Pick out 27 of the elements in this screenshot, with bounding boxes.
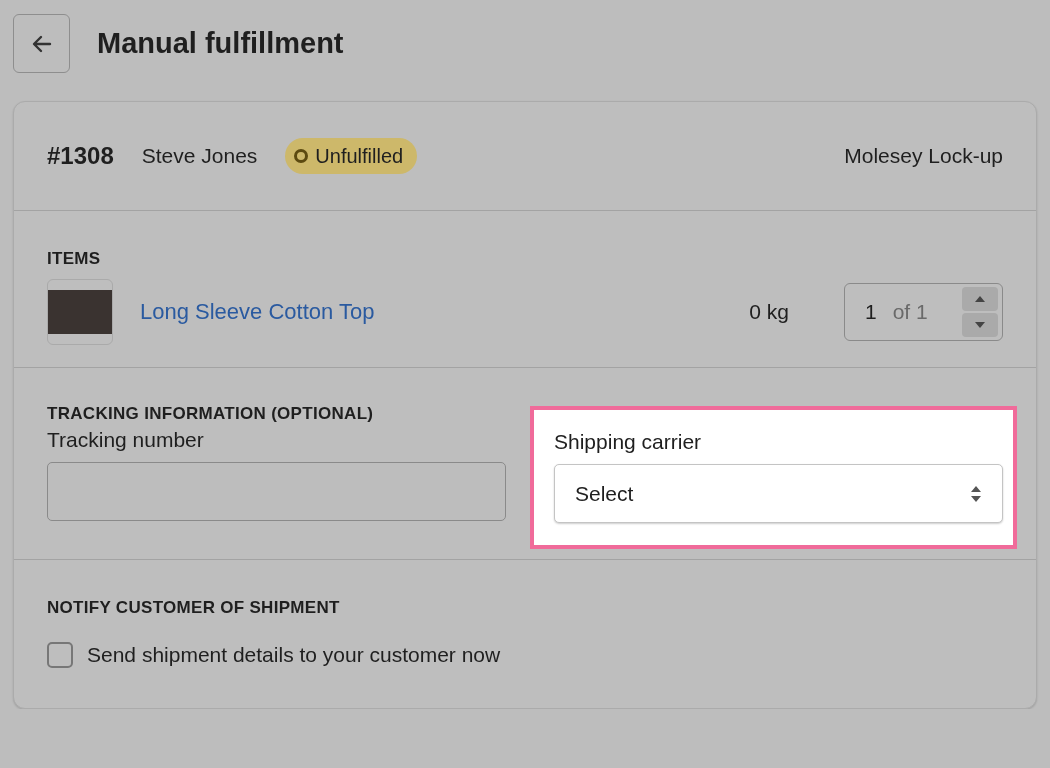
down-triangle-icon bbox=[975, 322, 985, 328]
status-circle-icon bbox=[293, 148, 310, 164]
field-label: Tracking number bbox=[47, 428, 205, 452]
quantity-value: 1 bbox=[865, 300, 877, 324]
status-badge: Unfulfilled bbox=[285, 138, 418, 174]
photo-placeholder bbox=[48, 290, 112, 334]
decrement-button[interactable] bbox=[962, 313, 998, 337]
quantity-stepper[interactable]: 1 of 1 bbox=[844, 283, 1003, 341]
quantity-total: of 1 bbox=[892, 300, 928, 324]
location-name: Molesey Lock-up bbox=[844, 144, 1003, 168]
checkbox[interactable] bbox=[47, 642, 73, 668]
up-triangle-icon bbox=[975, 296, 985, 302]
customer-name: Steve Jones bbox=[141, 144, 258, 168]
order-number: #1308 bbox=[47, 142, 114, 170]
checkbox-label: Send shipment details to your customer now bbox=[87, 643, 501, 667]
select-arrows-icon bbox=[970, 484, 982, 503]
section-heading: NOTIFY CUSTOMER OF SHIPMENT bbox=[47, 597, 341, 618]
shipping-carrier-select[interactable]: Select bbox=[554, 464, 1003, 523]
product-link[interactable]: Long Sleeve Cotton Top bbox=[140, 299, 375, 325]
section-heading: ITEMS bbox=[47, 248, 102, 269]
increment-button[interactable] bbox=[962, 287, 998, 311]
section-heading: TRACKING INFORMATION (OPTIONAL) bbox=[47, 403, 375, 424]
back-button[interactable] bbox=[13, 14, 70, 73]
tracking-number-field[interactable] bbox=[47, 462, 506, 521]
item-weight: 0 kg bbox=[749, 300, 789, 324]
page-title: Manual fulfillment bbox=[97, 27, 344, 60]
field-label: Shipping carrier bbox=[554, 430, 703, 454]
